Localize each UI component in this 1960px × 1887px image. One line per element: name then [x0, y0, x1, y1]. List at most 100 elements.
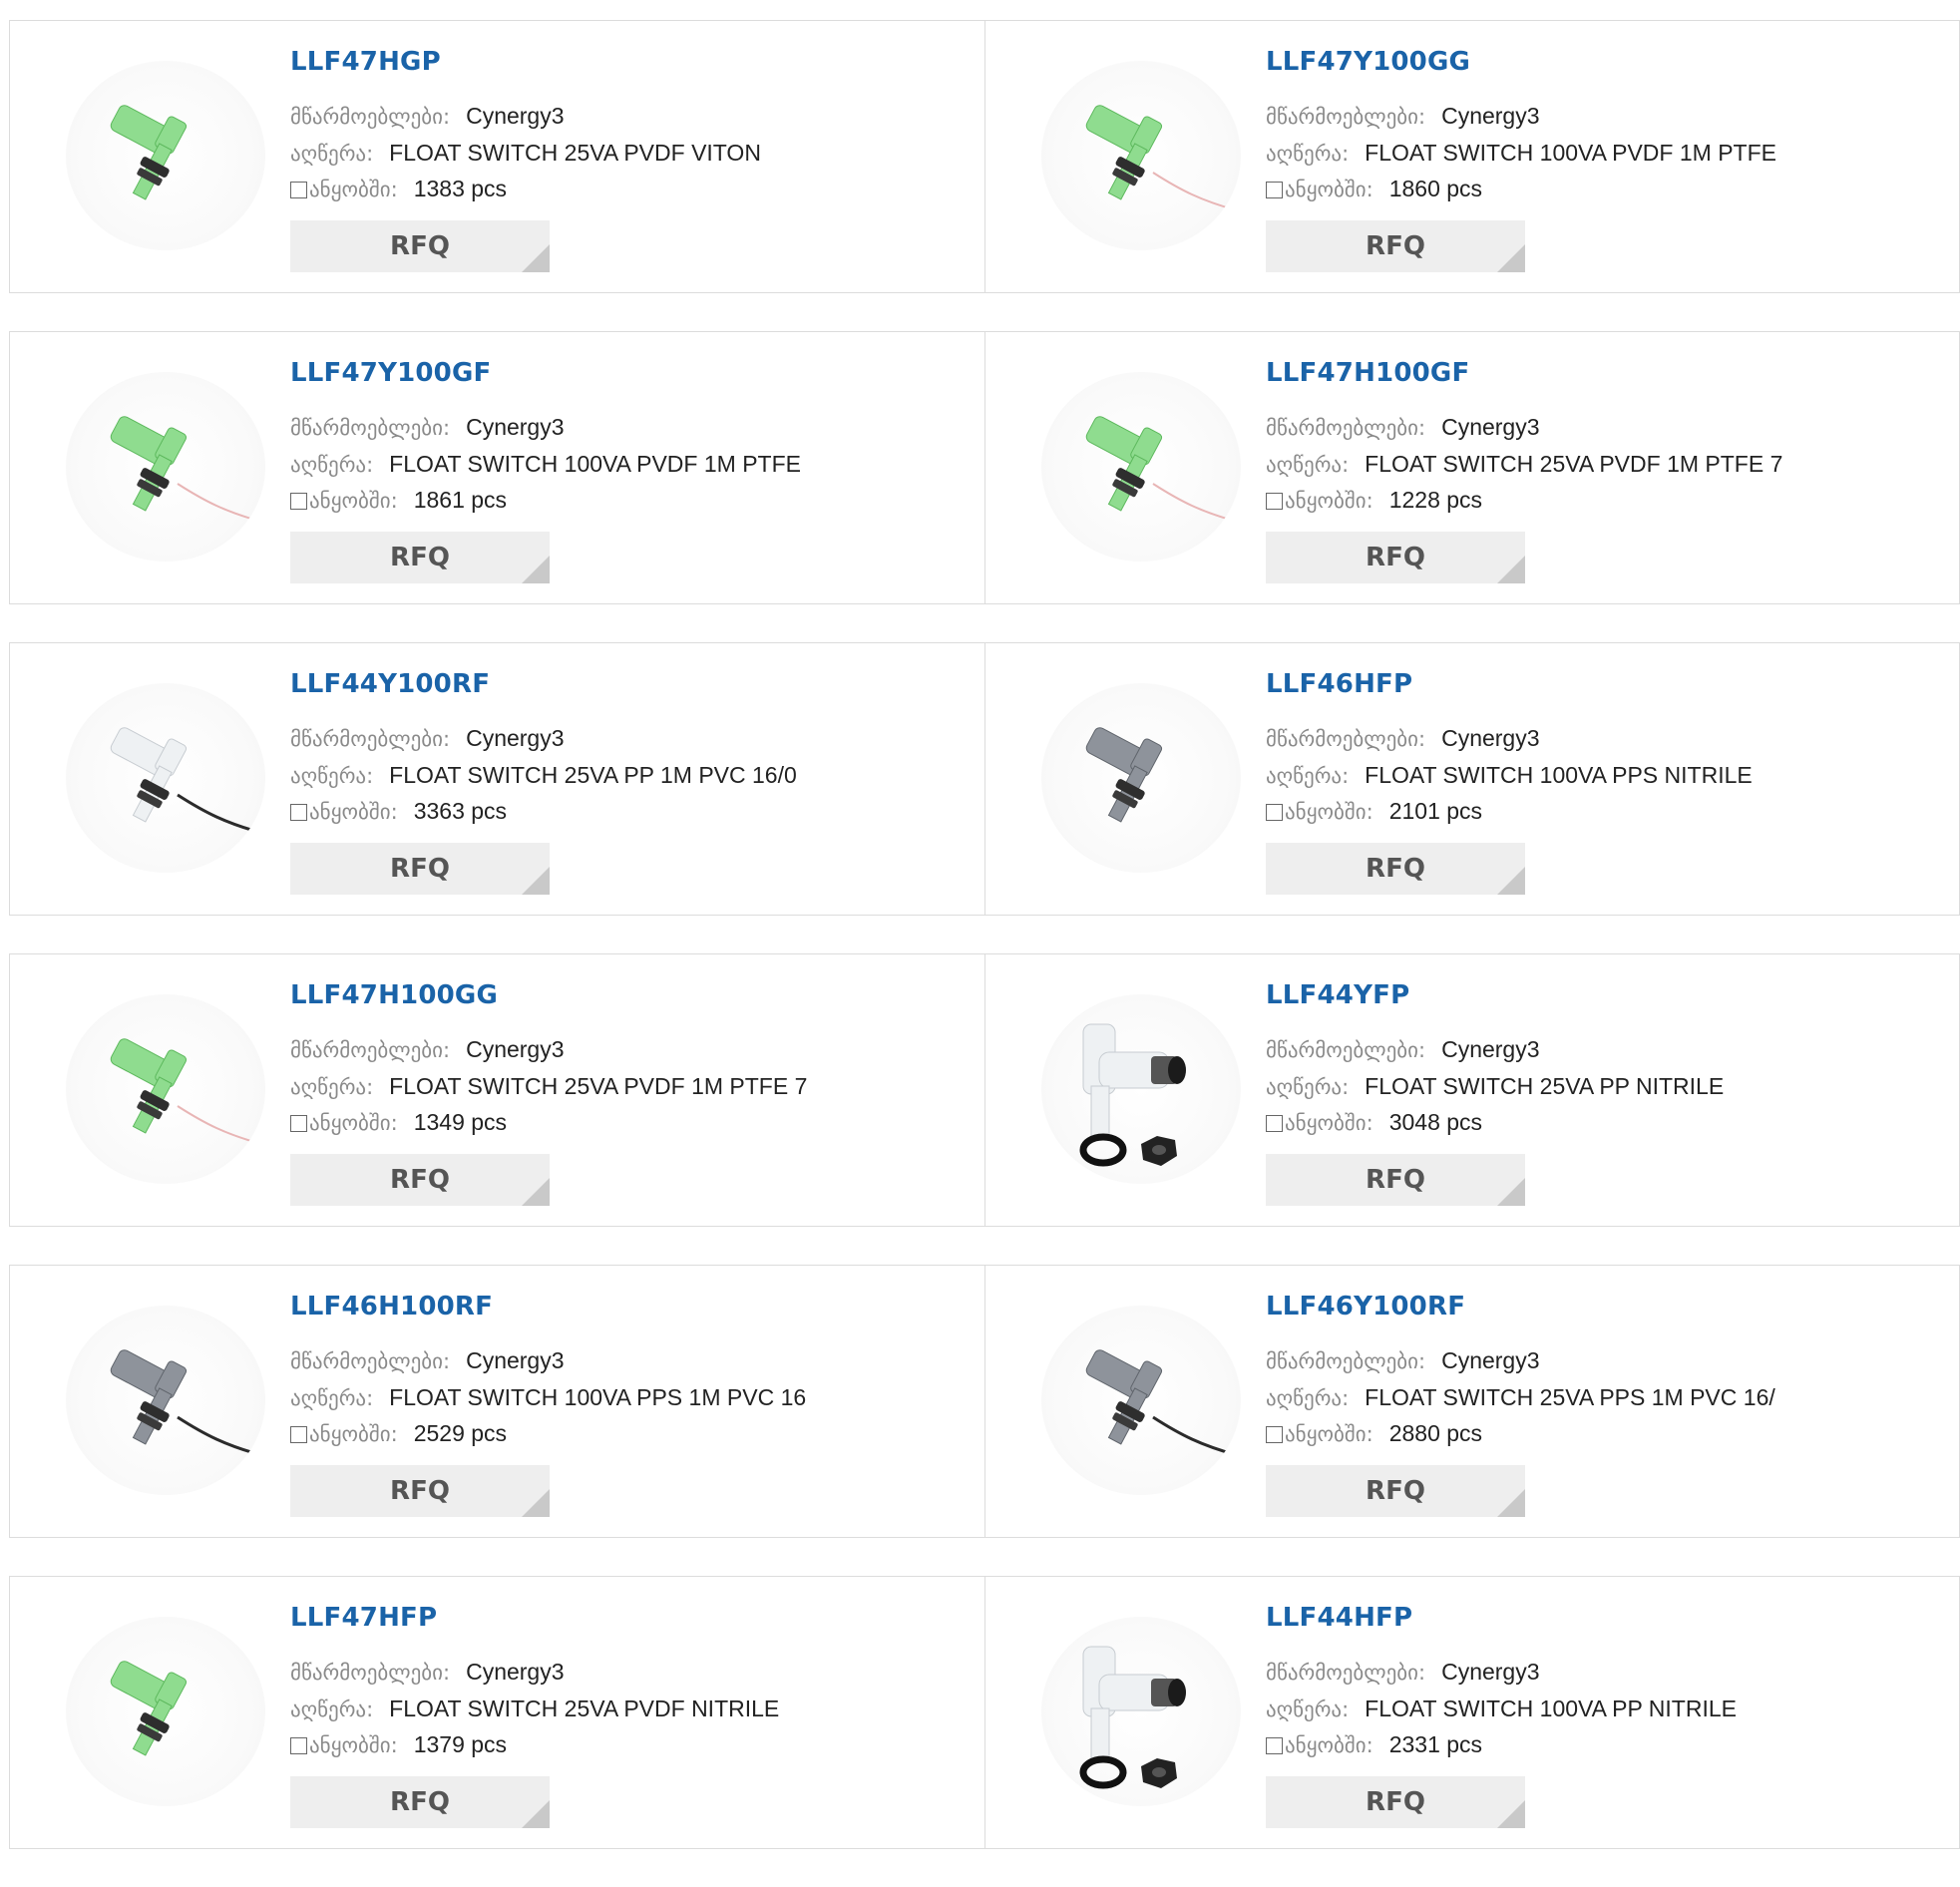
description-value: FLOAT SWITCH 25VA PVDF 1M PTFE 7 — [1365, 451, 1783, 477]
part-number-link[interactable]: LLF47H100GF — [1266, 358, 1469, 388]
rfq-button[interactable]: RFQ — [1266, 532, 1525, 583]
description-row: აღწერა: FLOAT SWITCH 25VA PVDF NITRILE — [290, 1696, 779, 1722]
part-number-link[interactable]: LLF46Y100RF — [1266, 1292, 1465, 1321]
description-value: FLOAT SWITCH 25VA PVDF VITON — [389, 140, 761, 166]
product-row: LLF47HFP მწარმოებლები: Cynergy3 აღწერა: FL… — [9, 1576, 1960, 1849]
rfq-label: RFQ — [1366, 854, 1425, 884]
manufacturer-label: მწარმოებლები: — [290, 1038, 451, 1062]
product-card: LLF47H100GG მწარმოებლები: Cynergy3 აღწერა… — [10, 954, 984, 1226]
stock-label-wrap: ანყობში: — [1266, 800, 1373, 824]
stock-row: ანყობში: 1379 pcs — [290, 1731, 507, 1758]
product-image[interactable] — [66, 994, 265, 1184]
rfq-button[interactable]: RFQ — [1266, 1776, 1525, 1828]
stock-value: 2101 pcs — [1388, 798, 1483, 824]
float-switch-icon — [1079, 1023, 1186, 1167]
corner-triangle-icon — [1497, 244, 1525, 272]
stock-value: 3048 pcs — [1388, 1109, 1483, 1135]
stock-value: 1349 pcs — [413, 1109, 508, 1135]
part-number-link[interactable]: LLF47H100GG — [290, 980, 498, 1010]
stock-row: ანყობში: 1349 pcs — [290, 1109, 507, 1136]
rfq-button[interactable]: RFQ — [290, 843, 550, 895]
product-image[interactable] — [1041, 372, 1241, 562]
manufacturer-value: Cynergy3 — [1441, 1659, 1540, 1685]
rfq-button[interactable]: RFQ — [1266, 1465, 1525, 1517]
description-label: აღწერა: — [1266, 453, 1350, 477]
description-label: აღწერა: — [1266, 1386, 1350, 1410]
product-image[interactable] — [66, 683, 265, 873]
corner-triangle-icon — [1497, 1489, 1525, 1517]
manufacturer-value: Cynergy3 — [466, 1659, 565, 1685]
description-row: აღწერა: FLOAT SWITCH 25VA PVDF 1M PTFE 7 — [1266, 451, 1782, 478]
part-number-link[interactable]: LLF47Y100GG — [1266, 47, 1470, 77]
stock-label: ანყობში: — [309, 1422, 398, 1446]
float-switch-icon — [1085, 105, 1238, 211]
float-switch-icon — [1079, 1646, 1186, 1789]
product-image[interactable] — [66, 1306, 265, 1495]
stock-label: ანყობში: — [309, 178, 398, 201]
product-card: LLF47HFP მწარმოებლები: Cynergy3 აღწერა: FL… — [10, 1577, 984, 1848]
product-card: LLF47H100GF მწარმოებლები: Cynergy3 აღწერა… — [984, 332, 1959, 603]
rfq-button[interactable]: RFQ — [1266, 843, 1525, 895]
manufacturer-row: მწარმოებლები: Cynergy3 — [1266, 1659, 1540, 1686]
stock-label-wrap: ანყობში: — [290, 800, 398, 824]
product-image[interactable] — [1041, 1617, 1241, 1806]
part-number-link[interactable]: LLF46HFP — [1266, 669, 1412, 699]
corner-triangle-icon — [522, 1489, 550, 1517]
rfq-button[interactable]: RFQ — [290, 1154, 550, 1206]
stock-row: ანყობში: 3363 pcs — [290, 798, 507, 825]
rfq-button[interactable]: RFQ — [290, 1465, 550, 1517]
corner-triangle-icon — [522, 244, 550, 272]
product-image[interactable] — [66, 61, 265, 250]
stock-value: 2331 pcs — [1388, 1731, 1483, 1757]
corner-triangle-icon — [1497, 1800, 1525, 1828]
manufacturer-row: მწარმოებლები: Cynergy3 — [1266, 414, 1540, 441]
manufacturer-label: მწარმოებლები: — [1266, 105, 1426, 129]
stock-label-wrap: ანყობში: — [1266, 1111, 1373, 1135]
stock-row: ანყობში: 1383 pcs — [290, 176, 507, 202]
part-number-link[interactable]: LLF44Y100RF — [290, 669, 490, 699]
rfq-button[interactable]: RFQ — [290, 220, 550, 272]
product-card: LLF46HFP მწარმოებლები: Cynergy3 აღწერა: FL… — [984, 643, 1959, 915]
manufacturer-label: მწარმოებლები: — [290, 105, 451, 129]
product-image[interactable] — [1041, 683, 1241, 873]
rfq-label: RFQ — [1366, 1165, 1425, 1195]
manufacturer-value: Cynergy3 — [466, 1036, 565, 1062]
rfq-button[interactable]: RFQ — [290, 1776, 550, 1828]
part-number-link[interactable]: LLF46H100RF — [290, 1292, 493, 1321]
float-switch-icon — [110, 105, 188, 200]
product-image[interactable] — [1041, 61, 1241, 250]
description-label: აღწერა: — [290, 1386, 374, 1410]
product-row: LLF47HGP მწარმოებლები: Cynergy3 აღწერა: FL… — [9, 20, 1960, 293]
description-label: აღწერა: — [1266, 142, 1350, 166]
float-switch-icon — [110, 1038, 262, 1145]
rfq-button[interactable]: RFQ — [290, 532, 550, 583]
part-number-link[interactable]: LLF47Y100GF — [290, 358, 491, 388]
manufacturer-value: Cynergy3 — [466, 725, 565, 751]
rfq-button[interactable]: RFQ — [1266, 220, 1525, 272]
description-value: FLOAT SWITCH 100VA PPS 1M PVC 16 — [389, 1384, 807, 1410]
rfq-label: RFQ — [390, 1787, 450, 1817]
part-number-link[interactable]: LLF44YFP — [1266, 980, 1409, 1010]
part-number-link[interactable]: LLF44HFP — [1266, 1603, 1412, 1633]
product-image[interactable] — [66, 1617, 265, 1806]
float-switch-icon — [110, 1349, 262, 1457]
product-image[interactable] — [1041, 994, 1241, 1184]
checkbox-icon — [290, 1737, 307, 1754]
product-image[interactable] — [1041, 1306, 1241, 1495]
rfq-button[interactable]: RFQ — [1266, 1154, 1525, 1206]
manufacturer-label: მწარმოებლები: — [1266, 1349, 1426, 1373]
stock-value: 1379 pcs — [413, 1731, 508, 1757]
product-image[interactable] — [66, 372, 265, 562]
product-row: LLF47H100GG მწარმოებლები: Cynergy3 აღწერა… — [9, 953, 1960, 1227]
part-number-link[interactable]: LLF47HFP — [290, 1603, 437, 1633]
stock-label-wrap: ანყობში: — [1266, 178, 1373, 201]
stock-label: ანყობში: — [1285, 1422, 1373, 1446]
description-row: აღწერა: FLOAT SWITCH 25VA PVDF VITON — [290, 140, 761, 167]
stock-label: ანყობში: — [1285, 489, 1373, 513]
manufacturer-row: მწარმოებლები: Cynergy3 — [1266, 725, 1540, 752]
part-number-link[interactable]: LLF47HGP — [290, 47, 441, 77]
checkbox-icon — [1266, 804, 1283, 821]
corner-triangle-icon — [1497, 1178, 1525, 1206]
manufacturer-value: Cynergy3 — [1441, 725, 1540, 751]
stock-label-wrap: ანყობში: — [290, 1111, 398, 1135]
